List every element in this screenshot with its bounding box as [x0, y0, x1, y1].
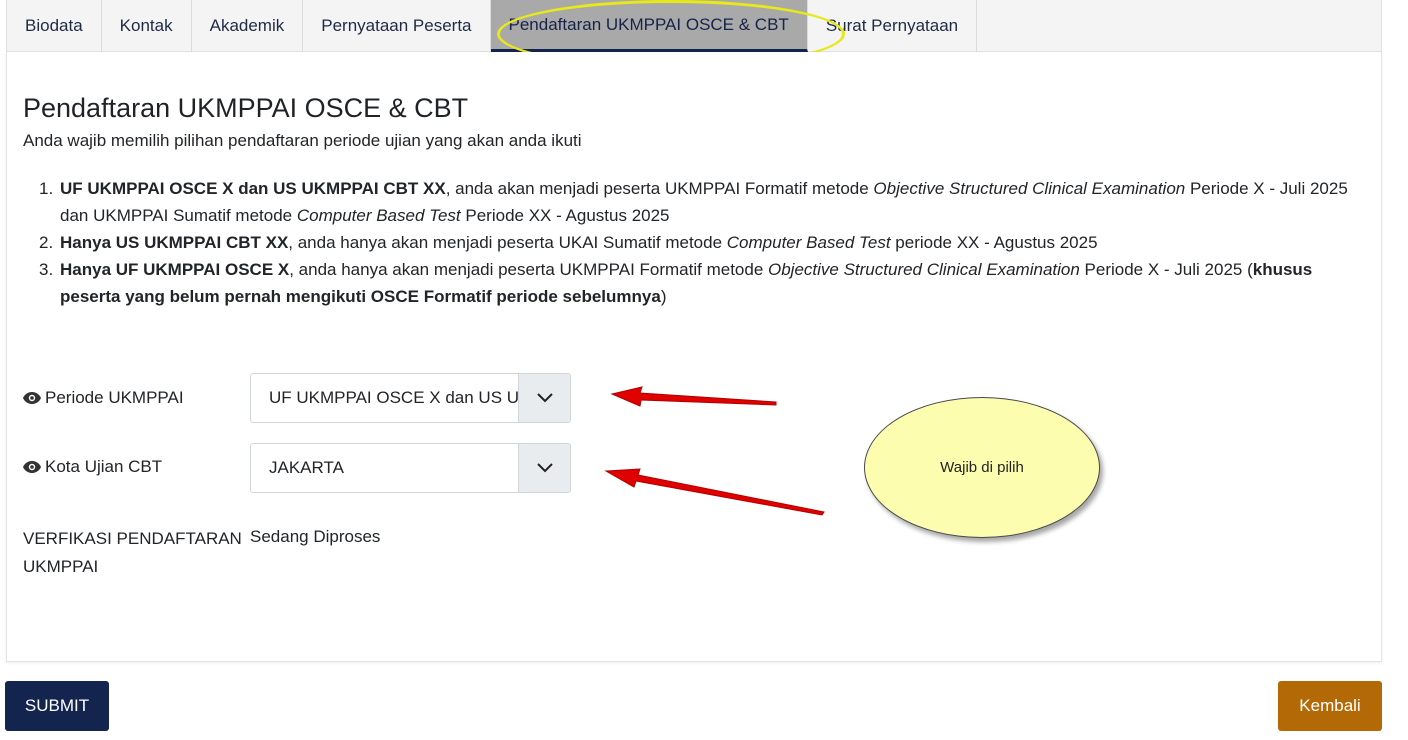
- page-title: Pendaftaran UKMPPAI OSCE & CBT: [23, 93, 469, 123]
- verifikasi-status: Sedang Diproses: [250, 527, 381, 546]
- verifikasi-label: VERFIKASI PENDAFTARAN UKMPPAI: [23, 529, 242, 576]
- tab-akademik[interactable]: Akademik: [192, 0, 304, 52]
- tab-pendaftaran-ukmppai[interactable]: Pendaftaran UKMPPAI OSCE & CBT: [490, 0, 808, 52]
- list-item: 2. Hanya US UKMPPAI CBT XX, anda hanya ak…: [39, 233, 1098, 252]
- callout-bubble: Wajib di pilih: [864, 397, 1100, 538]
- periode-label: Periode UKMPPAI: [23, 388, 184, 408]
- kota-label: Kota Ujian CBT: [23, 457, 162, 477]
- eye-icon: [23, 461, 41, 473]
- chevron-down-icon[interactable]: [518, 444, 570, 492]
- kota-select[interactable]: JAKARTA: [250, 443, 571, 493]
- option-list: 1. UF UKMPPAI OSCE X dan US UKMPPAI CBT X…: [39, 175, 1365, 310]
- periode-select[interactable]: UF UKMPPAI OSCE X dan US UKMPPAI CBT XX: [250, 373, 571, 423]
- chevron-down-icon[interactable]: [518, 374, 570, 422]
- list-item: 3. Hanya UF UKMPPAI OSCE X, anda hanya ak…: [39, 260, 1313, 306]
- tab-kontak[interactable]: Kontak: [102, 0, 192, 52]
- tab-surat-pernyataan[interactable]: Surat Pernyataan: [808, 0, 978, 52]
- kembali-button[interactable]: Kembali: [1278, 681, 1382, 731]
- tab-bar: Biodata Kontak Akademik Pernyataan Peser…: [6, 0, 1382, 52]
- tab-pernyataan-peserta[interactable]: Pernyataan Peserta: [303, 0, 491, 52]
- tab-biodata[interactable]: Biodata: [7, 0, 102, 52]
- page-subtitle: Anda wajib memilih pilihan pendaftaran p…: [23, 131, 582, 150]
- submit-button[interactable]: SUBMIT: [5, 681, 109, 731]
- eye-icon: [23, 392, 41, 404]
- list-item: 1. UF UKMPPAI OSCE X dan US UKMPPAI CBT X…: [39, 179, 1348, 225]
